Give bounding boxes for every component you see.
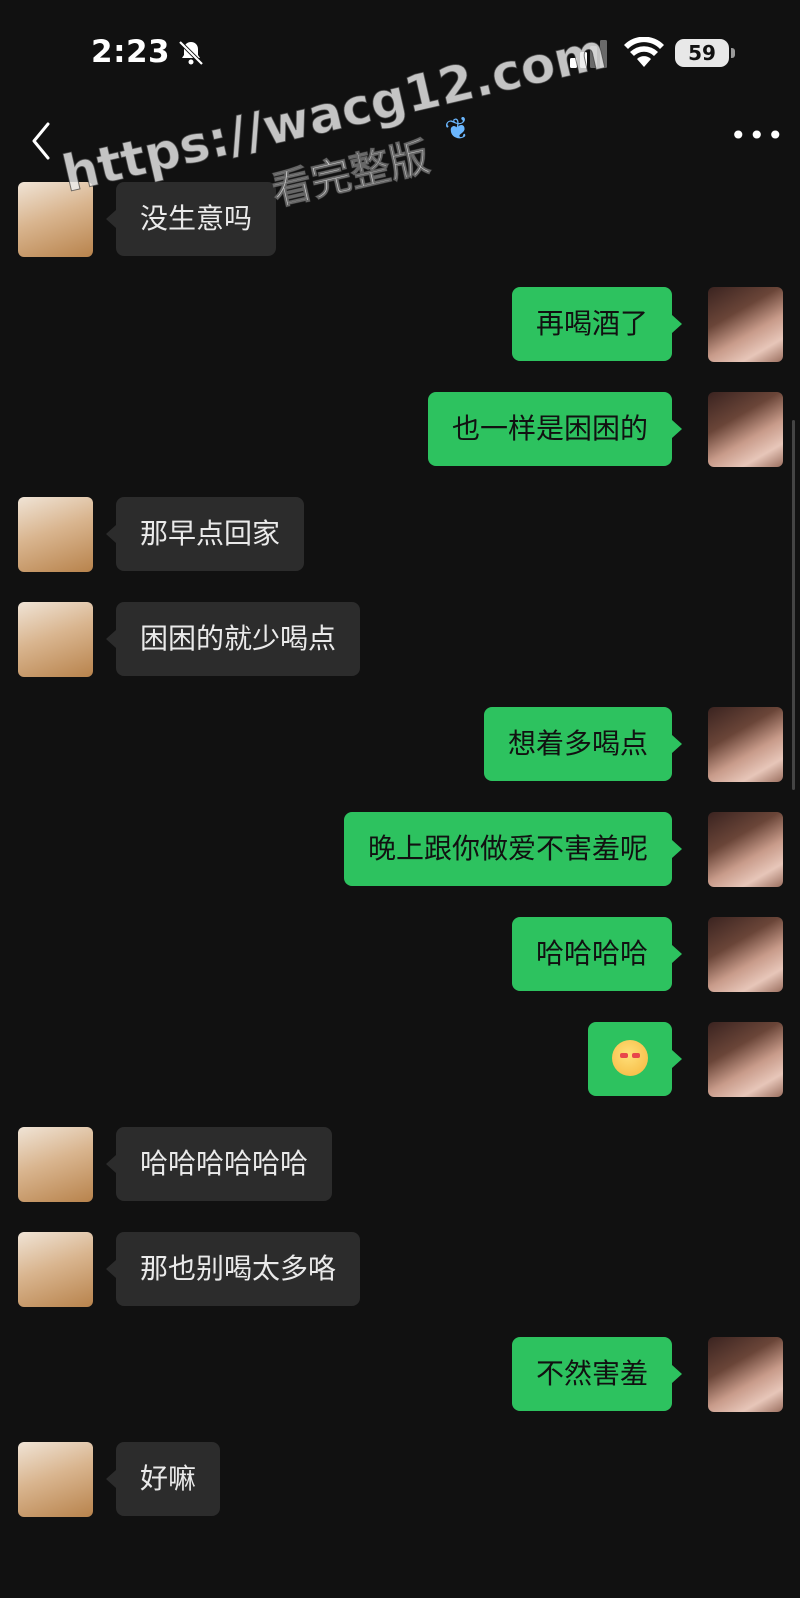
message-row: 想着多喝点 xyxy=(0,707,800,782)
message-text: 那也别喝太多咯 xyxy=(140,1252,337,1285)
message-row: 晚上跟你做爱不害羞呢 xyxy=(0,812,800,887)
message-row: 哈哈哈哈哈哈 xyxy=(0,1127,800,1202)
outgoing-message-bubble[interactable]: 也一样是困困的 xyxy=(427,392,683,466)
butterfly-icon: ❦ xyxy=(441,109,475,150)
my-avatar[interactable] xyxy=(708,1022,783,1097)
message-text: 不然害羞 xyxy=(535,1357,648,1390)
outgoing-message-bubble[interactable]: 哈哈哈哈 xyxy=(511,917,683,991)
message-text: 也一样是困困的 xyxy=(451,412,648,445)
incoming-message-bubble[interactable]: 哈哈哈哈哈哈 xyxy=(105,1127,333,1201)
battery-indicator: 59 xyxy=(675,39,729,67)
incoming-message-bubble[interactable]: 没生意吗 xyxy=(105,182,277,256)
my-avatar[interactable] xyxy=(708,1337,783,1412)
incoming-message-bubble[interactable]: 那也别喝太多咯 xyxy=(105,1232,361,1306)
message-row: 哈哈哈哈 xyxy=(0,917,800,992)
cellular-signal-icon xyxy=(570,40,607,68)
message-text: 哈哈哈哈 xyxy=(535,937,648,970)
message-row: 没生意吗 xyxy=(0,182,800,257)
status-time: 2:23 xyxy=(91,34,171,70)
outgoing-message-bubble[interactable]: 不然害羞 xyxy=(511,1337,683,1411)
incoming-message-bubble[interactable]: 那早点回家 xyxy=(105,497,305,571)
message-row: 不然害羞 xyxy=(0,1337,800,1412)
incoming-message-bubble[interactable]: 困困的就少喝点 xyxy=(105,602,361,676)
back-button[interactable] xyxy=(22,118,62,164)
my-avatar[interactable] xyxy=(708,812,783,887)
my-avatar[interactable] xyxy=(708,707,783,782)
outgoing-message-bubble[interactable]: 想着多喝点 xyxy=(483,707,683,781)
message-row: 那也别喝太多咯 xyxy=(0,1232,800,1307)
message-text: 好嘛 xyxy=(140,1462,197,1495)
my-avatar[interactable] xyxy=(708,917,783,992)
contact-avatar[interactable] xyxy=(18,182,93,257)
message-text: 哈哈哈哈哈哈 xyxy=(140,1147,309,1180)
message-row: 再喝酒了 xyxy=(0,287,800,362)
wifi-icon xyxy=(624,37,664,67)
message-text: 没生意吗 xyxy=(140,202,253,235)
message-row: 困困的就少喝点 xyxy=(0,602,800,677)
message-text: 困困的就少喝点 xyxy=(140,622,337,655)
contact-avatar[interactable] xyxy=(18,1232,93,1307)
more-options-button[interactable]: ••• xyxy=(730,122,784,154)
my-avatar[interactable] xyxy=(708,392,783,467)
outgoing-message-bubble[interactable]: 晚上跟你做爱不害羞呢 xyxy=(343,812,683,886)
battery-tip xyxy=(731,48,735,58)
message-text: 再喝酒了 xyxy=(535,307,648,340)
incoming-message-bubble[interactable]: 好嘛 xyxy=(105,1442,221,1516)
message-row: 也一样是困困的 xyxy=(0,392,800,467)
contact-avatar[interactable] xyxy=(18,1127,93,1202)
bell-muted-icon xyxy=(178,40,204,66)
message-row: 好嘛 xyxy=(0,1442,800,1517)
message-text: 想着多喝点 xyxy=(507,727,648,760)
status-bar: 2:23 59 xyxy=(0,0,800,104)
message-row: 那早点回家 xyxy=(0,497,800,572)
contact-avatar[interactable] xyxy=(18,602,93,677)
my-avatar[interactable] xyxy=(708,287,783,362)
outgoing-message-bubble[interactable] xyxy=(588,1022,682,1096)
outgoing-message-bubble[interactable]: 再喝酒了 xyxy=(511,287,683,361)
scrollbar[interactable] xyxy=(792,420,795,790)
contact-avatar[interactable] xyxy=(18,1442,93,1517)
message-row xyxy=(0,1022,800,1097)
blushing-face-icon xyxy=(612,1040,648,1076)
contact-avatar[interactable] xyxy=(18,497,93,572)
message-text: 晚上跟你做爱不害羞呢 xyxy=(367,832,648,865)
message-text: 那早点回家 xyxy=(140,517,281,550)
